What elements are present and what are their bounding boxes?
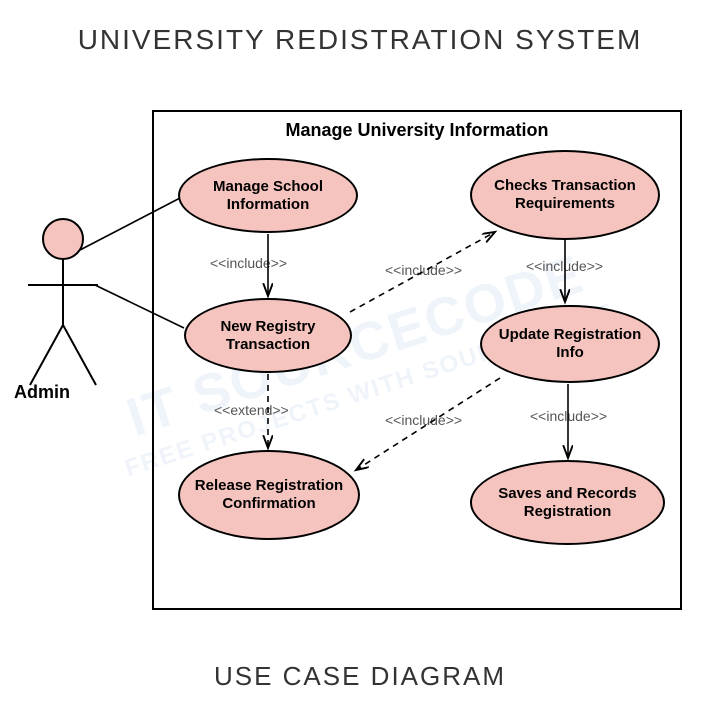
stereotype-include-5: <<include>> (385, 412, 462, 428)
diagram-type-label: USE CASE DIAGRAM (0, 661, 720, 692)
page-title: UNIVERSITY REDISTRATION SYSTEM (0, 24, 720, 56)
usecase-update-registration-info: Update Registration Info (480, 305, 660, 383)
actor-admin-label: Admin (14, 382, 70, 403)
usecase-label: Checks Transaction Requirements (486, 177, 644, 213)
usecase-saves-records-registration: Saves and Records Registration (470, 460, 665, 545)
stereotype-include-2: <<include>> (385, 262, 462, 278)
usecase-label: Manage School Information (194, 178, 342, 214)
usecase-new-registry-transaction: New Registry Transaction (184, 298, 352, 373)
system-boundary-label: Manage University Information (154, 120, 680, 141)
usecase-label: Update Registration Info (496, 326, 644, 362)
usecase-label: Release Registration Confirmation (194, 477, 344, 513)
usecase-checks-transaction-requirements: Checks Transaction Requirements (470, 150, 660, 240)
stereotype-extend: <<extend>> (214, 402, 289, 418)
usecase-release-registration-confirmation: Release Registration Confirmation (178, 450, 360, 540)
usecase-manage-school-info: Manage School Information (178, 158, 358, 233)
stereotype-include-6: <<include>> (530, 408, 607, 424)
stereotype-include-4: <<include>> (526, 258, 603, 274)
usecase-label: Saves and Records Registration (486, 485, 649, 521)
stereotype-include-1: <<include>> (210, 255, 287, 271)
actor-admin-icon (18, 215, 108, 395)
usecase-label: New Registry Transaction (200, 318, 336, 354)
